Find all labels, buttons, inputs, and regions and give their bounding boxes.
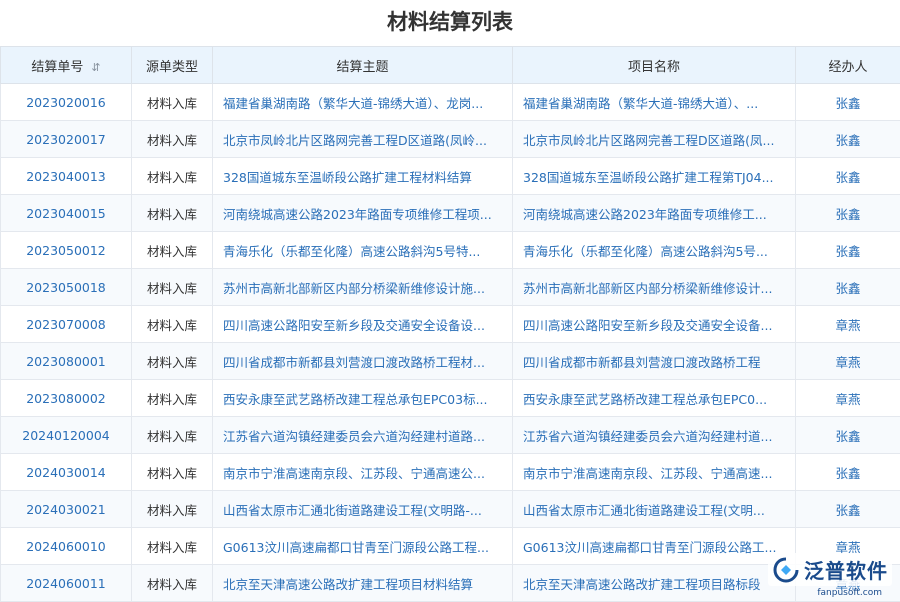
subject-link[interactable]: 青海乐化（乐都至化隆）高速公路斜沟5号特... <box>213 232 513 269</box>
subject-link[interactable]: 北京至天津高速公路改扩建工程项目材料结算 <box>213 565 513 602</box>
settle-no-link[interactable]: 2023080001 <box>1 343 132 380</box>
subject-link[interactable]: 四川省成都市新都县刘营渡口渡改路桥工程材... <box>213 343 513 380</box>
column-header-source-type: 源单类型 <box>132 47 213 84</box>
table-row[interactable]: 2024030014材料入库南京市宁淮高速南京段、江苏段、宁通高速公...南京市… <box>1 454 900 491</box>
project-link[interactable]: 北京至天津高速公路改扩建工程项目路标段 <box>513 565 796 602</box>
project-link[interactable]: 福建省巢湖南路（繁华大道-锦绣大道）、... <box>513 84 796 121</box>
project-link[interactable]: 青海乐化（乐都至化隆）高速公路斜沟5号... <box>513 232 796 269</box>
handler-cell: 张鑫 <box>796 158 900 195</box>
logo-url: fanpusoft.com <box>817 588 882 598</box>
table-row[interactable]: 2023040015材料入库河南绕城高速公路2023年路面专项维修工程项...河… <box>1 195 900 232</box>
project-link[interactable]: 山西省太原市汇通北街道路建设工程(文明... <box>513 491 796 528</box>
settlement-table: 结算单号⇵ 源单类型 结算主题 项目名称 经办人 2023020016材料入库福… <box>0 46 900 602</box>
project-link[interactable]: 河南绕城高速公路2023年路面专项维修工... <box>513 195 796 232</box>
table-row[interactable]: 2023020017材料入库北京市凤岭北片区路网完善工程D区道路(凤岭...北京… <box>1 121 900 158</box>
column-header-label: 结算单号 <box>31 60 83 75</box>
table-row[interactable]: 20240120004材料入库江苏省六道沟镇经建委员会六道沟经建村道路...江苏… <box>1 417 900 454</box>
handler-cell: 张鑫 <box>796 232 900 269</box>
table-row[interactable]: 2024060011材料入库北京至天津高速公路改扩建工程项目材料结算北京至天津高… <box>1 565 900 602</box>
handler-cell: 张鑫 <box>796 417 900 454</box>
handler-cell: 张鑫 <box>796 269 900 306</box>
source-type-cell: 材料入库 <box>132 121 213 158</box>
source-type-cell: 材料入库 <box>132 158 213 195</box>
project-link[interactable]: 江苏省六道沟镇经建委员会六道沟经建村道... <box>513 417 796 454</box>
settle-no-link[interactable]: 2023080002 <box>1 380 132 417</box>
table-row[interactable]: 2023050018材料入库苏州市高新北部新区内部分桥梁新维修设计施...苏州市… <box>1 269 900 306</box>
fanpu-logo-icon <box>772 556 800 584</box>
table-row[interactable]: 2024060010材料入库G0613汶川高速扁都口甘青至门源段公路工程...G… <box>1 528 900 565</box>
settle-no-link[interactable]: 2024030014 <box>1 454 132 491</box>
table-row[interactable]: 2023050012材料入库青海乐化（乐都至化隆）高速公路斜沟5号特...青海乐… <box>1 232 900 269</box>
handler-cell: 张鑫 <box>796 121 900 158</box>
subject-link[interactable]: 四川高速公路阳安至新乡段及交通安全设备设... <box>213 306 513 343</box>
settle-no-link[interactable]: 2023050018 <box>1 269 132 306</box>
settle-no-link[interactable]: 2024030021 <box>1 491 132 528</box>
source-type-cell: 材料入库 <box>132 417 213 454</box>
source-type-cell: 材料入库 <box>132 565 213 602</box>
column-header-settle-no[interactable]: 结算单号 ⇵ <box>1 47 132 84</box>
settle-no-link[interactable]: 2024060011 <box>1 565 132 602</box>
settle-no-link[interactable]: 2023020017 <box>1 121 132 158</box>
source-type-cell: 材料入库 <box>132 84 213 121</box>
settle-no-link[interactable]: 2023070008 <box>1 306 132 343</box>
table-row[interactable]: 2024030021材料入库山西省太原市汇通北街道路建设工程(文明路-...山西… <box>1 491 900 528</box>
project-link[interactable]: 四川高速公路阳安至新乡段及交通安全设备... <box>513 306 796 343</box>
handler-cell: 章燕 <box>796 380 900 417</box>
handler-cell: 张鑫 <box>796 84 900 121</box>
brand-logo: 泛普软件 <box>768 553 892 586</box>
source-type-cell: 材料入库 <box>132 306 213 343</box>
table-body: 2023020016材料入库福建省巢湖南路（繁华大道-锦绣大道）、龙岗...福建… <box>1 84 900 602</box>
subject-link[interactable]: 福建省巢湖南路（繁华大道-锦绣大道）、龙岗... <box>213 84 513 121</box>
source-type-cell: 材料入库 <box>132 343 213 380</box>
subject-link[interactable]: 河南绕城高速公路2023年路面专项维修工程项... <box>213 195 513 232</box>
table-row[interactable]: 2023020016材料入库福建省巢湖南路（繁华大道-锦绣大道）、龙岗...福建… <box>1 84 900 121</box>
source-type-cell: 材料入库 <box>132 232 213 269</box>
column-header-project: 项目名称 <box>513 47 796 84</box>
table-row[interactable]: 2023080002材料入库西安永康至武艺路桥改建工程总承包EPC03标...西… <box>1 380 900 417</box>
column-header-handler: 经办人 <box>796 47 900 84</box>
table-row[interactable]: 2023080001材料入库四川省成都市新都县刘营渡口渡改路桥工程材...四川省… <box>1 343 900 380</box>
logo-text: 泛普软件 <box>804 555 888 584</box>
settle-no-link[interactable]: 2024060010 <box>1 528 132 565</box>
handler-cell: 张鑫 <box>796 491 900 528</box>
handler-cell: 张鑫 <box>796 454 900 491</box>
project-link[interactable]: 南京市宁淮高速南京段、江苏段、宁通高速... <box>513 454 796 491</box>
source-type-cell: 材料入库 <box>132 528 213 565</box>
source-type-cell: 材料入库 <box>132 195 213 232</box>
column-header-subject: 结算主题 <box>213 47 513 84</box>
subject-link[interactable]: 山西省太原市汇通北街道路建设工程(文明路-... <box>213 491 513 528</box>
table-row[interactable]: 2023040013材料入库328国道城东至温峤段公路扩建工程材料结算328国道… <box>1 158 900 195</box>
handler-cell: 章燕 <box>796 306 900 343</box>
subject-link[interactable]: 南京市宁淮高速南京段、江苏段、宁通高速公... <box>213 454 513 491</box>
project-link[interactable]: 苏州市高新北部新区内部分桥梁新维修设计... <box>513 269 796 306</box>
project-link[interactable]: G0613汶川高速扁都口甘青至门源段公路工... <box>513 528 796 565</box>
subject-link[interactable]: 西安永康至武艺路桥改建工程总承包EPC03标... <box>213 380 513 417</box>
source-type-cell: 材料入库 <box>132 269 213 306</box>
settle-no-link[interactable]: 2023050012 <box>1 232 132 269</box>
project-link[interactable]: 北京市凤岭北片区路网完善工程D区道路(凤... <box>513 121 796 158</box>
settle-no-link[interactable]: 20240120004 <box>1 417 132 454</box>
source-type-cell: 材料入库 <box>132 380 213 417</box>
project-link[interactable]: 328国道城东至温峤段公路扩建工程第TJ04... <box>513 158 796 195</box>
subject-link[interactable]: 328国道城东至温峤段公路扩建工程材料结算 <box>213 158 513 195</box>
sort-icon[interactable]: ⇵ <box>91 61 100 74</box>
settle-no-link[interactable]: 2023040013 <box>1 158 132 195</box>
handler-cell: 张鑫 <box>796 195 900 232</box>
page-title: 材料结算列表 <box>0 0 900 46</box>
settle-no-link[interactable]: 2023040015 <box>1 195 132 232</box>
subject-link[interactable]: 苏州市高新北部新区内部分桥梁新维修设计施... <box>213 269 513 306</box>
subject-link[interactable]: 江苏省六道沟镇经建委员会六道沟经建村道路... <box>213 417 513 454</box>
subject-link[interactable]: 北京市凤岭北片区路网完善工程D区道路(凤岭... <box>213 121 513 158</box>
table-header-row: 结算单号 ⇵ 源单类型 结算主题 项目名称 经办人 <box>1 47 900 84</box>
handler-cell: 章燕 <box>796 343 900 380</box>
settle-no-link[interactable]: 2023020016 <box>1 84 132 121</box>
project-link[interactable]: 四川省成都市新都县刘营渡口渡改路桥工程 <box>513 343 796 380</box>
table-row[interactable]: 2023070008材料入库四川高速公路阳安至新乡段及交通安全设备设...四川高… <box>1 306 900 343</box>
project-link[interactable]: 西安永康至武艺路桥改建工程总承包EPC0... <box>513 380 796 417</box>
subject-link[interactable]: G0613汶川高速扁都口甘青至门源段公路工程... <box>213 528 513 565</box>
source-type-cell: 材料入库 <box>132 491 213 528</box>
source-type-cell: 材料入库 <box>132 454 213 491</box>
